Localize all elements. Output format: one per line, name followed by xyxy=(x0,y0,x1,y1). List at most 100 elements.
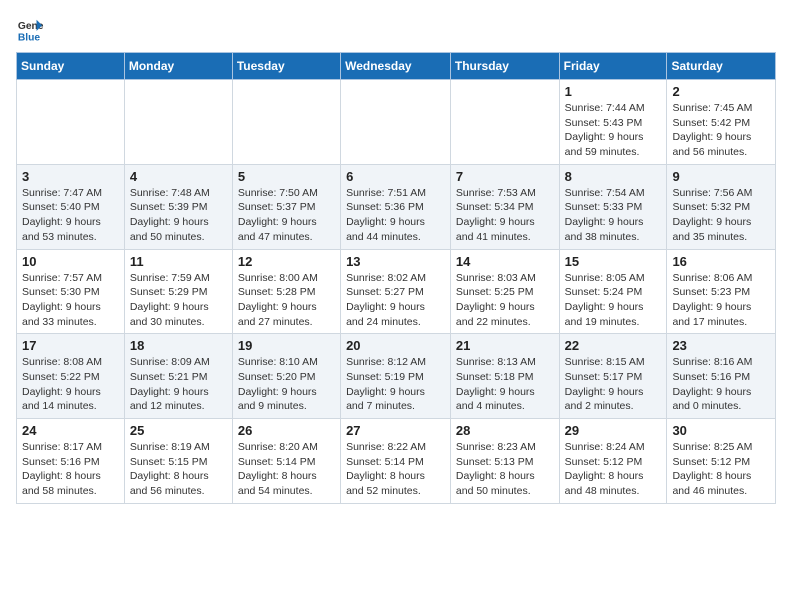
day-number: 3 xyxy=(22,169,119,184)
day-cell-3: 3 Sunrise: 7:47 AMSunset: 5:40 PMDaylight… xyxy=(17,164,125,249)
day-number: 16 xyxy=(672,254,770,269)
day-info: Sunrise: 8:25 AMSunset: 5:12 PMDaylight:… xyxy=(672,440,770,499)
day-info: Sunrise: 7:50 AMSunset: 5:37 PMDaylight:… xyxy=(238,186,335,245)
day-info: Sunrise: 8:08 AMSunset: 5:22 PMDaylight:… xyxy=(22,355,119,414)
day-info: Sunrise: 8:15 AMSunset: 5:17 PMDaylight:… xyxy=(565,355,662,414)
day-number: 4 xyxy=(130,169,227,184)
day-number: 22 xyxy=(565,338,662,353)
day-cell-10: 10 Sunrise: 7:57 AMSunset: 5:30 PMDayligh… xyxy=(17,249,125,334)
day-cell-8: 8 Sunrise: 7:54 AMSunset: 5:33 PMDaylight… xyxy=(559,164,667,249)
day-cell-30: 30 Sunrise: 8:25 AMSunset: 5:12 PMDayligh… xyxy=(667,419,776,504)
day-number: 29 xyxy=(565,423,662,438)
day-cell-18: 18Sunrise: 8:09 AMSunset: 5:21 PMDayligh… xyxy=(124,334,232,419)
day-info: Sunrise: 8:20 AMSunset: 5:14 PMDaylight:… xyxy=(238,440,335,499)
day-header-monday: Monday xyxy=(124,53,232,80)
day-cell-27: 27 Sunrise: 8:22 AMSunset: 5:14 PMDayligh… xyxy=(341,419,451,504)
day-cell-4: 4 Sunrise: 7:48 AMSunset: 5:39 PMDaylight… xyxy=(124,164,232,249)
day-cell-1: 1 Sunrise: 7:44 AMSunset: 5:43 PMDaylight… xyxy=(559,80,667,165)
day-cell-25: 25Sunrise: 8:19 AMSunset: 5:15 PMDayligh… xyxy=(124,419,232,504)
day-number: 30 xyxy=(672,423,770,438)
day-number: 2 xyxy=(672,84,770,99)
day-header-friday: Friday xyxy=(559,53,667,80)
day-number: 15 xyxy=(565,254,662,269)
day-cell-26: 26 Sunrise: 8:20 AMSunset: 5:14 PMDayligh… xyxy=(232,419,340,504)
day-cell-2: 2Sunrise: 7:45 AMSunset: 5:42 PMDaylight… xyxy=(667,80,776,165)
day-cell-22: 22 Sunrise: 8:15 AMSunset: 5:17 PMDayligh… xyxy=(559,334,667,419)
logo-icon: General Blue xyxy=(16,16,44,44)
day-number: 1 xyxy=(565,84,662,99)
week-row-1: 1 Sunrise: 7:44 AMSunset: 5:43 PMDaylight… xyxy=(17,80,776,165)
day-cell-15: 15 Sunrise: 8:05 AMSunset: 5:24 PMDayligh… xyxy=(559,249,667,334)
day-info: Sunrise: 8:22 AMSunset: 5:14 PMDaylight:… xyxy=(346,440,445,499)
day-info: Sunrise: 7:53 AMSunset: 5:34 PMDaylight:… xyxy=(456,186,554,245)
day-cell-6: 6 Sunrise: 7:51 AMSunset: 5:36 PMDaylight… xyxy=(341,164,451,249)
day-info: Sunrise: 8:12 AMSunset: 5:19 PMDaylight:… xyxy=(346,355,445,414)
calendar-table: SundayMondayTuesdayWednesdayThursdayFrid… xyxy=(16,52,776,504)
day-cell-5: 5 Sunrise: 7:50 AMSunset: 5:37 PMDaylight… xyxy=(232,164,340,249)
day-number: 23 xyxy=(672,338,770,353)
week-row-4: 17Sunrise: 8:08 AMSunset: 5:22 PMDayligh… xyxy=(17,334,776,419)
day-info: Sunrise: 7:48 AMSunset: 5:39 PMDaylight:… xyxy=(130,186,227,245)
day-number: 7 xyxy=(456,169,554,184)
day-info: Sunrise: 8:19 AMSunset: 5:15 PMDaylight:… xyxy=(130,440,227,499)
day-info: Sunrise: 8:03 AMSunset: 5:25 PMDaylight:… xyxy=(456,271,554,330)
empty-cell xyxy=(124,80,232,165)
day-cell-23: 23 Sunrise: 8:16 AMSunset: 5:16 PMDayligh… xyxy=(667,334,776,419)
day-info: Sunrise: 8:23 AMSunset: 5:13 PMDaylight:… xyxy=(456,440,554,499)
empty-cell xyxy=(450,80,559,165)
day-number: 21 xyxy=(456,338,554,353)
day-header-tuesday: Tuesday xyxy=(232,53,340,80)
day-number: 12 xyxy=(238,254,335,269)
day-cell-17: 17Sunrise: 8:08 AMSunset: 5:22 PMDayligh… xyxy=(17,334,125,419)
day-number: 26 xyxy=(238,423,335,438)
week-row-3: 10 Sunrise: 7:57 AMSunset: 5:30 PMDayligh… xyxy=(17,249,776,334)
day-info: Sunrise: 8:10 AMSunset: 5:20 PMDaylight:… xyxy=(238,355,335,414)
day-number: 14 xyxy=(456,254,554,269)
day-info: Sunrise: 7:44 AMSunset: 5:43 PMDaylight:… xyxy=(565,101,662,160)
logo: General Blue xyxy=(16,16,44,44)
day-info: Sunrise: 8:16 AMSunset: 5:16 PMDaylight:… xyxy=(672,355,770,414)
page-header: General Blue xyxy=(16,16,776,44)
day-header-thursday: Thursday xyxy=(450,53,559,80)
day-cell-11: 11 Sunrise: 7:59 AMSunset: 5:29 PMDayligh… xyxy=(124,249,232,334)
day-number: 5 xyxy=(238,169,335,184)
day-number: 11 xyxy=(130,254,227,269)
day-cell-19: 19Sunrise: 8:10 AMSunset: 5:20 PMDayligh… xyxy=(232,334,340,419)
day-number: 20 xyxy=(346,338,445,353)
week-row-2: 3 Sunrise: 7:47 AMSunset: 5:40 PMDaylight… xyxy=(17,164,776,249)
day-cell-14: 14 Sunrise: 8:03 AMSunset: 5:25 PMDayligh… xyxy=(450,249,559,334)
day-info: Sunrise: 7:59 AMSunset: 5:29 PMDaylight:… xyxy=(130,271,227,330)
empty-cell xyxy=(341,80,451,165)
day-cell-12: 12 Sunrise: 8:00 AMSunset: 5:28 PMDayligh… xyxy=(232,249,340,334)
day-number: 10 xyxy=(22,254,119,269)
day-number: 27 xyxy=(346,423,445,438)
day-number: 8 xyxy=(565,169,662,184)
day-info: Sunrise: 7:57 AMSunset: 5:30 PMDaylight:… xyxy=(22,271,119,330)
day-cell-24: 24 Sunrise: 8:17 AMSunset: 5:16 PMDayligh… xyxy=(17,419,125,504)
day-cell-13: 13Sunrise: 8:02 AMSunset: 5:27 PMDayligh… xyxy=(341,249,451,334)
empty-cell xyxy=(17,80,125,165)
day-info: Sunrise: 8:05 AMSunset: 5:24 PMDaylight:… xyxy=(565,271,662,330)
day-number: 28 xyxy=(456,423,554,438)
svg-text:Blue: Blue xyxy=(18,32,41,43)
day-cell-29: 29Sunrise: 8:24 AMSunset: 5:12 PMDayligh… xyxy=(559,419,667,504)
day-cell-16: 16 Sunrise: 8:06 AMSunset: 5:23 PMDayligh… xyxy=(667,249,776,334)
day-header-sunday: Sunday xyxy=(17,53,125,80)
day-number: 18 xyxy=(130,338,227,353)
day-header-saturday: Saturday xyxy=(667,53,776,80)
calendar-header-row: SundayMondayTuesdayWednesdayThursdayFrid… xyxy=(17,53,776,80)
day-info: Sunrise: 7:47 AMSunset: 5:40 PMDaylight:… xyxy=(22,186,119,245)
day-info: Sunrise: 8:02 AMSunset: 5:27 PMDaylight:… xyxy=(346,271,445,330)
day-number: 24 xyxy=(22,423,119,438)
day-cell-7: 7 Sunrise: 7:53 AMSunset: 5:34 PMDaylight… xyxy=(450,164,559,249)
day-info: Sunrise: 7:51 AMSunset: 5:36 PMDaylight:… xyxy=(346,186,445,245)
empty-cell xyxy=(232,80,340,165)
day-cell-28: 28 Sunrise: 8:23 AMSunset: 5:13 PMDayligh… xyxy=(450,419,559,504)
day-info: Sunrise: 7:54 AMSunset: 5:33 PMDaylight:… xyxy=(565,186,662,245)
day-cell-9: 9Sunrise: 7:56 AMSunset: 5:32 PMDaylight… xyxy=(667,164,776,249)
day-info: Sunrise: 8:00 AMSunset: 5:28 PMDaylight:… xyxy=(238,271,335,330)
day-info: Sunrise: 8:06 AMSunset: 5:23 PMDaylight:… xyxy=(672,271,770,330)
day-info: Sunrise: 8:17 AMSunset: 5:16 PMDaylight:… xyxy=(22,440,119,499)
day-number: 6 xyxy=(346,169,445,184)
day-cell-21: 21Sunrise: 8:13 AMSunset: 5:18 PMDayligh… xyxy=(450,334,559,419)
